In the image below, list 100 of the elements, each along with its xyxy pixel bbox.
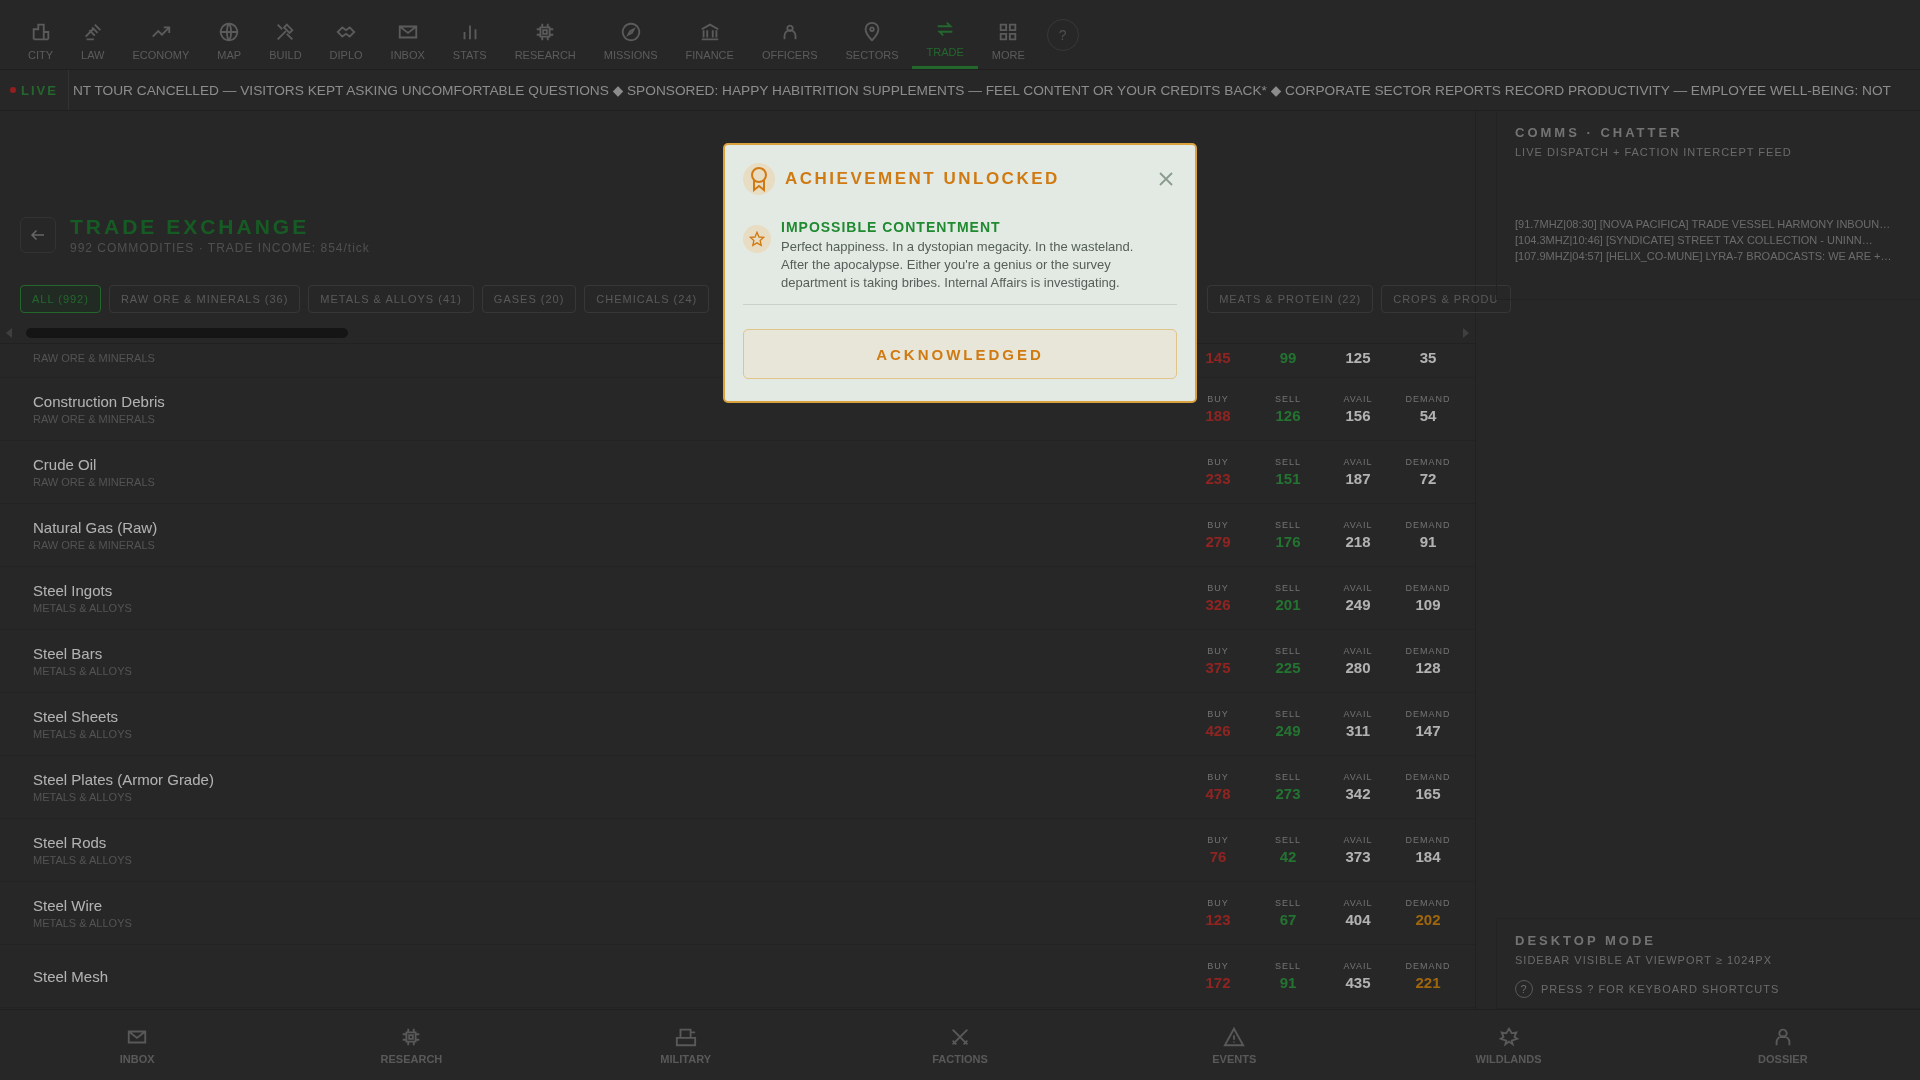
stat-label: AVAIL: [1342, 520, 1374, 530]
available-amount: 311: [1344, 722, 1372, 739]
filter-chip[interactable]: ALL (992): [20, 285, 101, 313]
demand-value: 147: [1414, 722, 1442, 739]
shortcut-hint: PRESS ? FOR KEYBOARD SHORTCUTS: [1541, 983, 1780, 995]
sell-price: 42: [1278, 848, 1298, 865]
scroll-right-icon[interactable]: [1461, 327, 1471, 339]
warning-icon: [1223, 1025, 1246, 1048]
available-amount: 125: [1344, 349, 1372, 366]
sell-price: 273: [1274, 785, 1302, 802]
acknowledge-button[interactable]: ACKNOWLEDGED: [743, 329, 1177, 379]
commodity-name: Steel Sheets: [33, 708, 119, 725]
sell-price: 151: [1274, 470, 1302, 487]
demand-value: 35: [1418, 349, 1438, 366]
scroll-left-icon[interactable]: [4, 327, 14, 339]
available-amount: 342: [1344, 785, 1372, 802]
buy-price: 123: [1204, 911, 1232, 928]
sell-price: 225: [1274, 659, 1302, 676]
stat-label: BUY: [1206, 961, 1230, 971]
stat-label: AVAIL: [1342, 457, 1374, 467]
stat-label: AVAIL: [1342, 646, 1374, 656]
stat-label: SELL: [1274, 961, 1302, 971]
commodity-name: Steel Wire: [33, 897, 103, 914]
demand-value: 109: [1414, 596, 1442, 613]
demand-value: 202: [1414, 911, 1442, 928]
available-amount: 280: [1344, 659, 1372, 676]
buy-price: 326: [1204, 596, 1232, 613]
commodity-name: Crude Oil: [33, 456, 97, 473]
stat-label: SELL: [1274, 772, 1302, 782]
commodity-name: Steel Rods: [33, 834, 107, 851]
stat-label: SELL: [1274, 457, 1302, 467]
compass-icon: [619, 21, 642, 43]
stat-label: BUY: [1206, 583, 1230, 593]
chatter-line: [104.3MHZ|10:46] [SYNDICATE] STREET TAX COLLECTION - UNINN…: [1515, 234, 1874, 246]
stat-label: AVAIL: [1342, 772, 1374, 782]
stat-label: DEMAND: [1404, 394, 1452, 404]
stat-label: SELL: [1274, 709, 1302, 719]
demand-value: 184: [1414, 848, 1442, 865]
stat-label: SELL: [1274, 898, 1302, 908]
commodity-name: Steel Bars: [33, 645, 103, 662]
live-badge: LIVE: [0, 70, 69, 110]
stat-label: BUY: [1206, 520, 1230, 530]
stat-label: DEMAND: [1404, 457, 1452, 467]
stat-label: BUY: [1206, 835, 1230, 845]
stat-label: AVAIL: [1342, 394, 1374, 404]
stat-label: AVAIL: [1342, 898, 1374, 908]
stat-label: BUY: [1206, 772, 1230, 782]
stat-label: AVAIL: [1342, 583, 1374, 593]
news-ticker: NT TOUR CANCELLED — VISITORS KEPT ASKING UNCOMFORTABLE QUESTIONS ◆ SPONSORED: HAPPY HABITRITION SUPPLEMENTS — FEEL CONTENT OR YOUR CREDITS BACK* ◆ CORPORATE SECTOR REPORTS RECORD PRODUCTIVITY — EMPLOYEE WELL-BEING: NOT: [71, 82, 1891, 98]
commodity-name: Construction Debris: [33, 393, 165, 410]
demand-value: 165: [1414, 785, 1442, 802]
stat-label: AVAIL: [1342, 835, 1374, 845]
dialog-title: ACHIEVEMENT UNLOCKED: [785, 169, 1061, 189]
buy-price: 76: [1208, 848, 1228, 865]
stat-label: SELL: [1274, 520, 1302, 530]
demand-value: 221: [1414, 974, 1442, 991]
sell-price: 249: [1274, 722, 1302, 739]
panel-title: DESKTOP MODE: [1515, 933, 1657, 948]
achievement-name: IMPOSSIBLE CONTENTMENT: [781, 219, 1002, 235]
globe-icon: [218, 21, 241, 43]
panel-subtitle: SIDEBAR VISIBLE AT VIEWPORT ≥ 1024PX: [1515, 954, 1774, 966]
chatter-line: [91.7MHZ|08:30] [NOVA PACIFICA] TRADE VESSEL HARMONY INBOUN…: [1515, 218, 1892, 230]
commodity-name: Steel Plates (Armor Grade): [33, 771, 214, 788]
bank-icon: [698, 21, 721, 43]
stat-label: DEMAND: [1404, 961, 1452, 971]
stat-label: BUY: [1206, 457, 1230, 467]
nav-tab[interactable]: TRADE: [912, 0, 978, 69]
buy-price: 478: [1204, 785, 1232, 802]
commodity-name: Steel Ingots: [33, 582, 113, 599]
buy-price: 426: [1204, 722, 1232, 739]
demand-value: 54: [1418, 407, 1438, 424]
back-button[interactable]: [20, 217, 56, 253]
panel-title: COMMS · CHATTER: [1515, 125, 1684, 140]
stat-label: SELL: [1274, 646, 1302, 656]
available-amount: 373: [1344, 848, 1372, 865]
stat-label: DEMAND: [1404, 835, 1452, 845]
sell-price: 201: [1274, 596, 1302, 613]
stat-label: AVAIL: [1342, 961, 1374, 971]
award-icon: [743, 163, 775, 195]
available-amount: 187: [1344, 470, 1372, 487]
stat-label: BUY: [1206, 709, 1230, 719]
commodity-name: Steel Mesh: [33, 967, 109, 985]
commodity-name: Natural Gas (Raw): [33, 519, 158, 536]
stat-label: DEMAND: [1404, 772, 1452, 782]
buy-price: 375: [1204, 659, 1232, 676]
available-amount: 249: [1344, 596, 1372, 613]
stat-label: AVAIL: [1342, 709, 1374, 719]
buy-price: 172: [1204, 974, 1232, 991]
stat-label: DEMAND: [1404, 898, 1452, 908]
stat-label: DEMAND: [1404, 583, 1452, 593]
stat-label: DEMAND: [1404, 646, 1452, 656]
available-amount: 218: [1344, 533, 1372, 550]
buy-price: 233: [1204, 470, 1232, 487]
stat-label: SELL: [1274, 583, 1302, 593]
sell-price: 126: [1274, 407, 1302, 424]
buy-price: 145: [1204, 349, 1232, 366]
stat-label: SELL: [1274, 835, 1302, 845]
available-amount: 404: [1344, 911, 1372, 928]
available-amount: 435: [1344, 974, 1372, 991]
stat-label: DEMAND: [1404, 709, 1452, 719]
